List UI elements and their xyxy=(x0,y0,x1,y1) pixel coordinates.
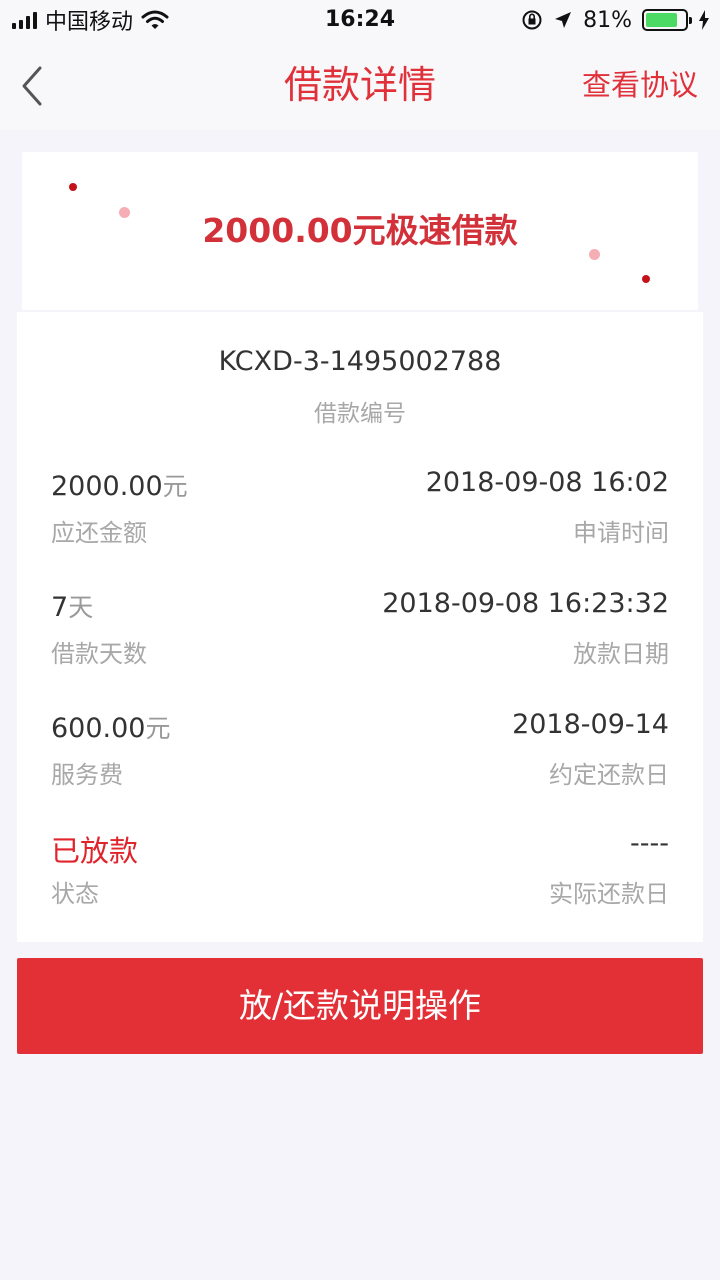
battery-fill xyxy=(646,13,677,27)
loan-days-label: 借款天数 xyxy=(51,640,147,668)
rotation-lock-icon xyxy=(522,10,542,30)
apply-time-label: 申请时间 xyxy=(573,519,669,547)
location-icon xyxy=(555,12,572,28)
loan-id: KCXD-3-1495002788 xyxy=(218,346,502,377)
status-bar-right: 81% xyxy=(521,0,710,40)
disbursement-date-value: 2018-09-08 16:23:32 xyxy=(382,588,669,619)
nav-bar: 借款详情 查看协议 xyxy=(0,40,720,130)
detail-row-fee: 600.00元 服务费 2018-09-14 约定还款日 xyxy=(51,709,669,799)
loan-header-card: 2000.00元极速借款 xyxy=(22,152,698,310)
service-fee-label: 服务费 xyxy=(51,761,123,789)
loan-id-label: 借款编号 xyxy=(314,401,406,427)
battery-icon xyxy=(642,9,692,31)
loan-days-value: 7天 xyxy=(51,592,94,623)
battery-percent: 81% xyxy=(583,7,632,33)
loan-detail-card: KCXD-3-1495002788 借款编号 2000.00元 应还金额 201… xyxy=(17,312,703,942)
detail-row-amount: 2000.00元 应还金额 2018-09-08 16:02 申请时间 xyxy=(51,467,669,557)
loan-header-title: 2000.00元极速借款 xyxy=(202,211,518,250)
due-date-value: 2018-09-14 xyxy=(512,709,669,740)
detail-row-days: 7天 借款天数 2018-09-08 16:23:32 放款日期 xyxy=(51,588,669,678)
service-fee-value: 600.00元 xyxy=(51,713,171,744)
decorative-dot xyxy=(642,275,650,283)
disbursement-date-label: 放款日期 xyxy=(573,640,669,668)
status-bar: 中国移动 16:24 81% xyxy=(0,0,720,40)
due-date-label: 约定还款日 xyxy=(549,761,669,789)
amount-due-label: 应还金额 xyxy=(51,519,147,547)
detail-row-status: 已放款 状态 ---- 实际还款日 xyxy=(51,828,669,918)
charging-icon xyxy=(699,10,709,30)
loan-status-label: 状态 xyxy=(51,880,99,908)
actual-repay-date-value: ---- xyxy=(630,828,669,859)
loan-status-value: 已放款 xyxy=(51,834,139,868)
decorative-dot xyxy=(69,183,77,191)
apply-time-value: 2018-09-08 16:02 xyxy=(425,467,669,498)
view-agreement-link[interactable]: 查看协议 xyxy=(582,40,698,130)
actual-repay-date-label: 实际还款日 xyxy=(549,880,669,908)
amount-due-value: 2000.00元 xyxy=(51,471,188,502)
repayment-instructions-button[interactable]: 放/还款说明操作 xyxy=(17,958,703,1054)
